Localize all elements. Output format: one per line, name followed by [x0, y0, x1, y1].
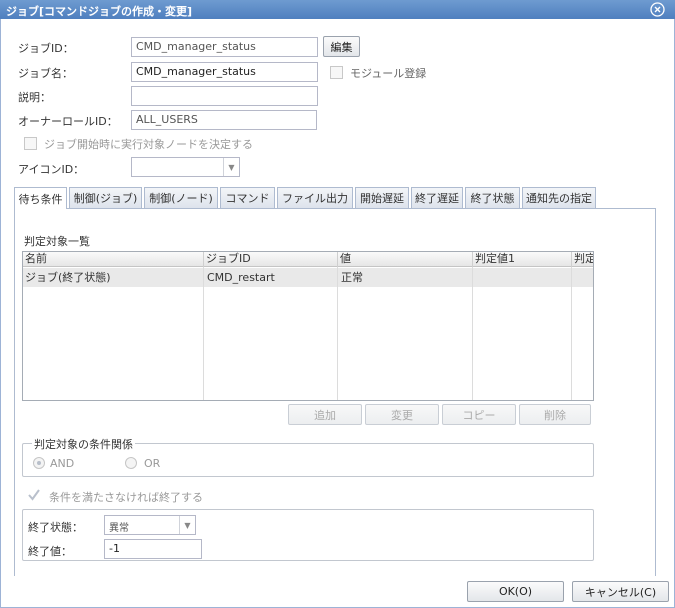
end-status-label: 終了状態： — [28, 521, 83, 534]
title-bar: ジョブ[コマンドジョブの作成・変更] — [0, 0, 675, 19]
job-id-field[interactable]: CMD_manager_status — [131, 37, 318, 57]
tab-file-output[interactable]: ファイル出力 — [277, 187, 353, 208]
tab-notify[interactable]: 通知先の指定 — [522, 187, 596, 208]
column-header-name[interactable]: 名前 — [23, 252, 204, 267]
cell-value: 正常 — [341, 271, 363, 284]
owner-role-field[interactable]: ALL_USERS — [131, 110, 317, 130]
edit-button[interactable]: 編集 — [323, 36, 360, 57]
window-title: ジョブ[コマンドジョブの作成・変更] — [6, 5, 193, 18]
delete-button[interactable]: 削除 — [519, 404, 591, 425]
tab-control-node[interactable]: 制御(ノード) — [144, 187, 218, 208]
job-name-label: ジョブ名： — [18, 67, 73, 80]
tab-end-delay[interactable]: 終了遅延 — [411, 187, 463, 208]
tab-wait-condition[interactable]: 待ち条件 — [14, 187, 67, 209]
description-field[interactable] — [131, 86, 318, 106]
icon-id-label: アイコンID： — [18, 163, 85, 176]
and-label: AND — [50, 457, 75, 470]
end-if-unmet-checkbox[interactable] — [27, 488, 41, 502]
module-register-checkbox[interactable] — [330, 66, 343, 79]
decide-node-checkbox[interactable] — [24, 137, 37, 150]
cell-judge1 — [473, 268, 572, 287]
tab-control-job[interactable]: 制御(ジョブ) — [69, 187, 142, 208]
condition-relation-legend: 判定対象の条件関係 — [32, 436, 135, 452]
cell-job-id: CMD_restart — [207, 271, 275, 284]
tab-command[interactable]: コマンド — [220, 187, 275, 208]
add-button[interactable]: 追加 — [288, 404, 362, 425]
copy-button[interactable]: コピー — [442, 404, 516, 425]
column-divider — [203, 267, 204, 400]
ok-button[interactable]: OK(O) — [467, 581, 564, 602]
end-status-select[interactable]: 異常 ▼ — [104, 515, 196, 535]
description-label: 説明： — [18, 91, 51, 104]
job-id-label: ジョブID： — [18, 42, 74, 55]
close-icon[interactable] — [650, 2, 665, 17]
module-register-label: モジュール登録 — [350, 67, 427, 80]
icon-id-select[interactable]: ▼ — [131, 157, 240, 177]
end-value-field[interactable]: -1 — [104, 539, 202, 559]
chevron-down-icon[interactable]: ▼ — [179, 516, 195, 534]
list-title: 判定対象一覧 — [24, 235, 90, 248]
or-label: OR — [144, 457, 161, 470]
column-header-judge1[interactable]: 判定値1 — [473, 252, 572, 267]
chevron-down-icon[interactable]: ▼ — [223, 158, 239, 176]
cancel-button[interactable]: キャンセル(C) — [572, 581, 669, 602]
end-status-value: 異常 — [109, 523, 129, 534]
column-divider — [337, 267, 338, 400]
decide-node-label: ジョブ開始時に実行対象ノードを決定する — [44, 138, 253, 151]
tab-start-delay[interactable]: 開始遅延 — [355, 187, 409, 208]
modify-button[interactable]: 変更 — [365, 404, 439, 425]
or-radio[interactable] — [125, 457, 137, 469]
owner-role-label: オーナーロールID： — [18, 115, 118, 128]
and-radio[interactable] — [33, 457, 45, 469]
end-if-unmet-label: 条件を満たさなければ終了する — [49, 491, 203, 504]
job-name-field[interactable]: CMD_manager_status — [131, 62, 318, 82]
judge-target-table: 名前 ジョブID 値 判定値1 判定 ジョブ(終了状態) CMD_restart… — [22, 251, 594, 401]
cell-name: ジョブ(終了状態) — [25, 271, 111, 284]
cell-judge2 — [572, 268, 593, 287]
tab-end-status[interactable]: 終了状態 — [465, 187, 520, 208]
column-divider — [472, 267, 473, 400]
column-header-judge2[interactable]: 判定 — [572, 252, 593, 267]
end-value-label: 終了値： — [28, 545, 72, 558]
column-header-value[interactable]: 値 — [338, 252, 473, 267]
column-header-job-id[interactable]: ジョブID — [204, 252, 338, 267]
column-divider — [571, 267, 572, 400]
